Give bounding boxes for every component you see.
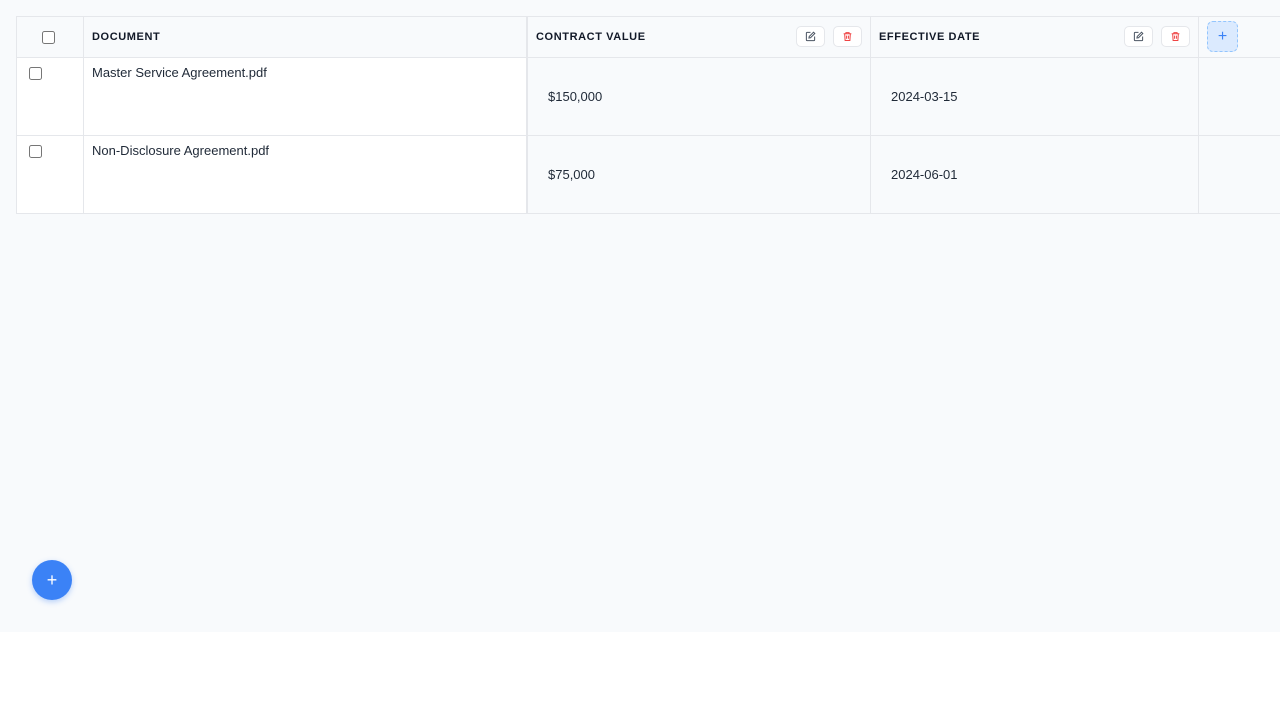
effective-date-cell[interactable]: 2024-06-01 xyxy=(871,136,1199,213)
contract-value: $75,000 xyxy=(548,167,595,182)
plus-icon: + xyxy=(46,569,58,590)
effective-date: 2024-06-01 xyxy=(891,167,958,182)
column-title: CONTRACT VALUE xyxy=(536,31,646,43)
document-name: Master Service Agreement.pdf xyxy=(92,65,267,80)
select-all-checkbox[interactable] xyxy=(41,30,55,44)
column-header-document[interactable]: DOCUMENT xyxy=(84,17,528,57)
row-checkbox[interactable] xyxy=(29,67,42,80)
edit-icon xyxy=(805,31,816,42)
data-table: DOCUMENT CONTRACT VALUE EFFECTIVE DATE +… xyxy=(16,16,1280,214)
contract-value-cell[interactable]: $75,000 xyxy=(528,136,871,213)
table-header-row: DOCUMENT CONTRACT VALUE EFFECTIVE DATE + xyxy=(17,17,1280,58)
trash-icon xyxy=(843,32,852,41)
document-name: Non-Disclosure Agreement.pdf xyxy=(92,143,270,158)
app-canvas: DOCUMENT CONTRACT VALUE EFFECTIVE DATE +… xyxy=(0,0,1280,632)
row-checkbox[interactable] xyxy=(29,145,42,158)
table-row: Non-Disclosure Agreement.pdf $75,000 202… xyxy=(17,136,1280,214)
edit-icon xyxy=(1133,31,1144,42)
plus-icon: + xyxy=(1217,27,1228,45)
edit-column-button[interactable] xyxy=(796,26,825,47)
edit-column-button[interactable] xyxy=(1124,26,1153,47)
column-actions xyxy=(1124,26,1190,47)
empty-cell xyxy=(1199,58,1280,135)
empty-cell xyxy=(1199,136,1280,213)
table-row: Master Service Agreement.pdf $150,000 20… xyxy=(17,58,1280,136)
column-header-contract-value[interactable]: CONTRACT VALUE xyxy=(528,17,871,57)
column-title: DOCUMENT xyxy=(92,31,161,43)
add-column-cell: + xyxy=(1199,17,1280,57)
document-cell[interactable]: Master Service Agreement.pdf xyxy=(84,58,528,135)
add-column-button[interactable]: + xyxy=(1207,21,1238,52)
select-all-cell xyxy=(17,17,84,57)
delete-column-button[interactable] xyxy=(833,26,862,47)
column-title: EFFECTIVE DATE xyxy=(879,31,981,43)
trash-icon xyxy=(1171,32,1180,41)
column-actions xyxy=(796,26,862,47)
document-cell[interactable]: Non-Disclosure Agreement.pdf xyxy=(84,136,528,213)
effective-date-cell[interactable]: 2024-03-15 xyxy=(871,58,1199,135)
effective-date: 2024-03-15 xyxy=(891,89,958,104)
contract-value: $150,000 xyxy=(548,89,603,104)
delete-column-button[interactable] xyxy=(1161,26,1190,47)
row-select-cell xyxy=(17,58,84,135)
column-header-effective-date[interactable]: EFFECTIVE DATE xyxy=(871,17,1199,57)
add-row-button[interactable]: + xyxy=(32,560,72,600)
row-select-cell xyxy=(17,136,84,213)
contract-value-cell[interactable]: $150,000 xyxy=(528,58,871,135)
